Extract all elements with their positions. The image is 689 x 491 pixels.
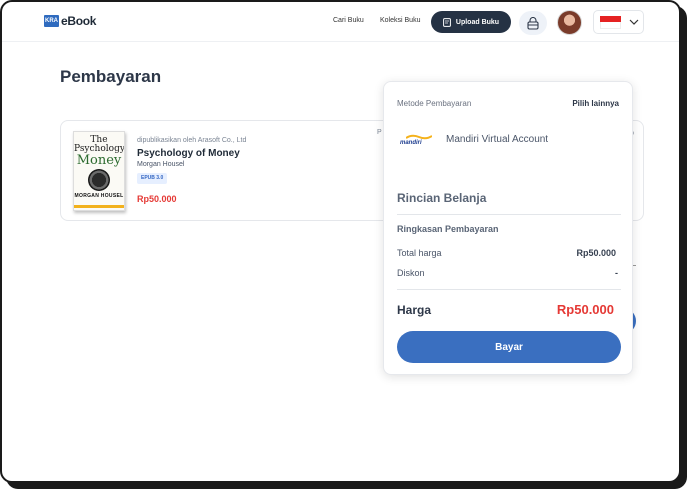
publisher-text: dipublikasikan oleh Arasoft Co., Ltd	[137, 137, 247, 144]
cover-title-line-2: Money	[76, 153, 122, 168]
upload-book-label: Upload Buku	[455, 18, 500, 26]
choose-other-method-link[interactable]: Pilih lainnya	[572, 99, 619, 108]
divider	[397, 289, 621, 290]
pay-button-label: Bayar	[495, 341, 523, 353]
cover-band	[74, 205, 124, 208]
cover-author: MORGAN HOUSEL	[74, 193, 124, 199]
total-price-value: Rp50.000	[576, 248, 616, 258]
user-avatar[interactable]	[557, 10, 582, 35]
payment-method-label: Metode Pembayaran	[397, 99, 472, 108]
chevron-down-icon	[629, 19, 639, 25]
book-cover[interactable]: The Psychology Money MORGAN HOUSEL	[73, 131, 125, 211]
logo-mark: KRA	[44, 15, 59, 27]
mandiri-logo: mandiri	[398, 134, 434, 148]
logo[interactable]: KRA eBook	[44, 14, 96, 28]
discount-value: -	[615, 268, 618, 278]
cover-title-line-1: The Psychology	[74, 135, 125, 154]
indonesia-flag-icon	[600, 16, 621, 29]
order-details-title: Rincian Belanja	[397, 191, 487, 205]
nav-cari-buku[interactable]: Cari Buku	[333, 17, 364, 24]
divider	[397, 214, 621, 215]
total-price-label: Total harga	[397, 248, 442, 258]
book-price: Rp50.000	[137, 194, 177, 204]
book-icon	[443, 17, 451, 27]
shopping-bag-icon	[527, 16, 539, 30]
upload-book-button[interactable]: Upload Buku	[431, 11, 511, 33]
book-title[interactable]: Psychology of Money	[137, 148, 240, 159]
nav-koleksi-buku[interactable]: Koleksi Buku	[380, 17, 420, 24]
app-window: KRA eBook Cari Buku Koleksi Buku Upload …	[0, 0, 681, 483]
pay-button[interactable]: Bayar	[397, 331, 621, 363]
format-badge: EPUB 3.0	[137, 173, 168, 184]
partial-label-left: P	[377, 129, 382, 136]
grand-total-value: Rp50.000	[556, 302, 614, 317]
cart-button[interactable]	[519, 11, 547, 35]
book-author: Morgan Housel	[137, 161, 185, 168]
payment-panel: Metode Pembayaran Pilih lainnya mandiri …	[383, 81, 633, 375]
language-selector[interactable]	[593, 10, 644, 34]
cover-artwork	[88, 169, 110, 191]
payment-summary-title: Ringkasan Pembayaran	[397, 224, 499, 234]
payment-method-name[interactable]: Mandiri Virtual Account	[446, 134, 548, 145]
grand-total-label: Harga	[397, 303, 432, 317]
logo-text: eBook	[61, 14, 97, 28]
top-navbar: KRA eBook Cari Buku Koleksi Buku Upload …	[2, 2, 679, 42]
discount-label: Diskon	[397, 268, 425, 278]
page-title: Pembayaran	[60, 67, 162, 86]
